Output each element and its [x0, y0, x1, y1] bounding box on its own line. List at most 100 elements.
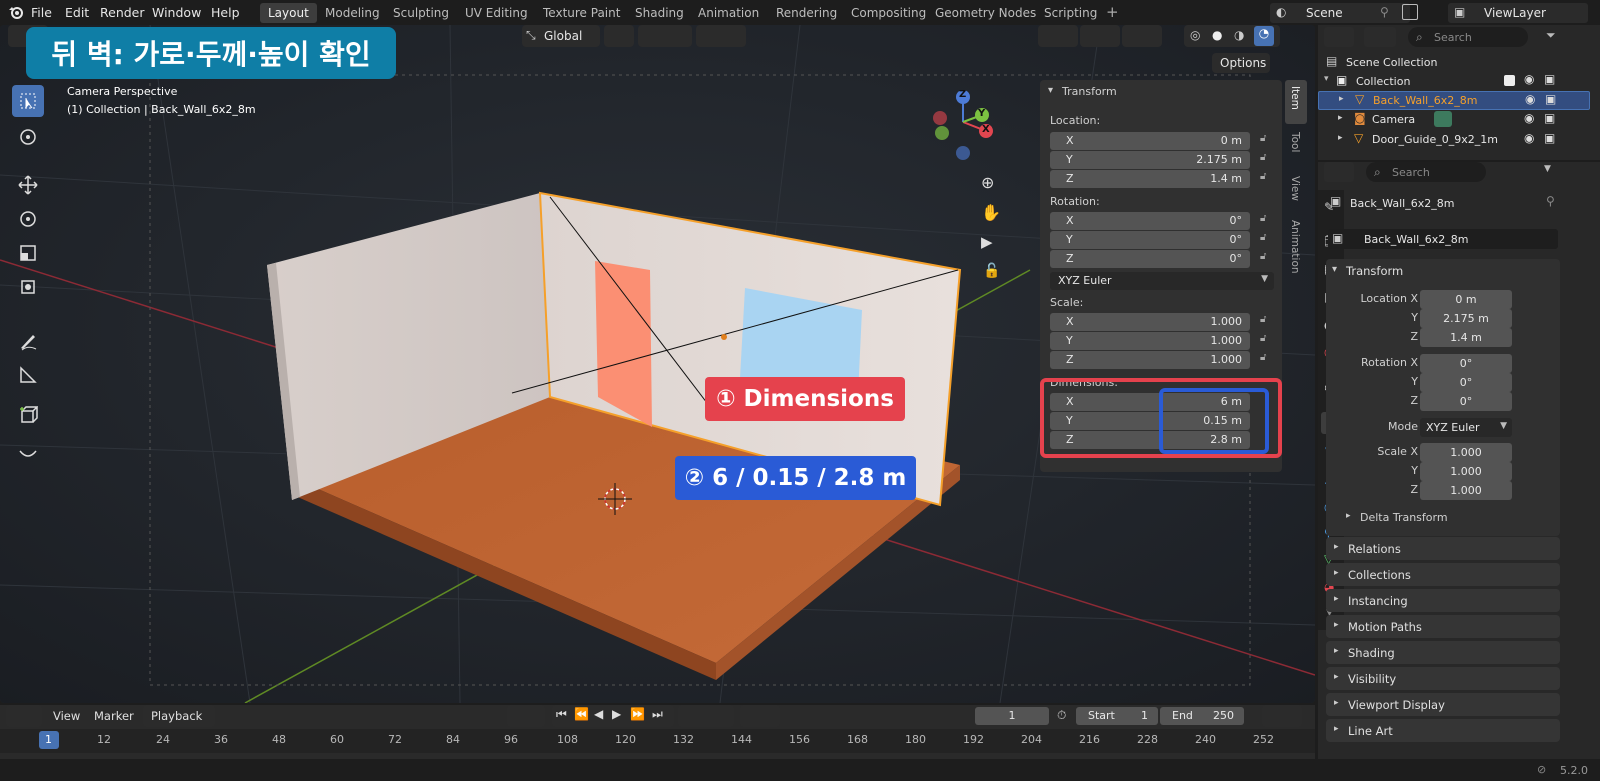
outliner-display-mode[interactable]	[1364, 27, 1396, 47]
scale-x-field[interactable]: X 1.000	[1050, 313, 1250, 331]
location-y-field[interactable]: Y 2.175 m	[1050, 151, 1250, 169]
rip-tool[interactable]	[12, 437, 44, 469]
tab-scripting[interactable]: Scripting	[1036, 3, 1105, 23]
add-workspace-icon[interactable]: +	[1106, 3, 1119, 21]
object-datablock-icon[interactable]: ▣	[1332, 231, 1343, 245]
tab-uv-editing[interactable]: UV Editing	[457, 3, 536, 23]
zoom-icon[interactable]: ⊕	[981, 173, 994, 192]
tab-modeling[interactable]: Modeling	[317, 3, 388, 23]
panel-collections[interactable]: ▸ Collections	[1326, 563, 1560, 586]
jump-end-icon[interactable]: ⏭	[652, 707, 663, 722]
play-icon[interactable]: ▶	[612, 707, 621, 721]
prop-scale-x[interactable]: 1.000	[1420, 443, 1512, 462]
collection-label[interactable]: Collection	[1356, 75, 1410, 88]
collapse-icon[interactable]: ▾	[1048, 85, 1053, 96]
menu-edit[interactable]: Edit	[65, 5, 89, 20]
expand-icon[interactable]: ▸	[1339, 94, 1344, 104]
lock-icon[interactable]: 🔓︎	[1260, 232, 1266, 243]
keyframe-nav[interactable]	[678, 705, 734, 727]
end-frame-field[interactable]: End 250	[1160, 707, 1244, 725]
orientation-dropdown[interactable]: ⤡ Global	[522, 25, 600, 47]
outliner-row-camera[interactable]: ▸ ◙ Camera ◉ ▣	[1318, 111, 1590, 130]
expand-icon[interactable]: ▸	[1338, 133, 1343, 143]
render-icon[interactable]: ▣	[1544, 72, 1555, 86]
tab-compositing[interactable]: Compositing	[843, 3, 934, 23]
pin-icon[interactable]: ⚲	[1546, 194, 1555, 208]
prop-rotation-y[interactable]: 0°	[1420, 373, 1512, 392]
overlays-toggle[interactable]	[1122, 25, 1162, 47]
eye-icon[interactable]: ◉	[1525, 92, 1535, 106]
lock-view-icon[interactable]: 🔓	[983, 263, 1000, 279]
panel-motion-paths[interactable]: ▸ Motion Paths	[1326, 615, 1560, 638]
lock-icon[interactable]: 🔓︎	[1260, 352, 1266, 363]
properties-editor-type[interactable]	[1324, 162, 1354, 182]
scale-z-field[interactable]: Z 1.000	[1050, 351, 1250, 369]
play-reverse-icon[interactable]: ◀	[594, 707, 603, 721]
proportional-edit-toggle[interactable]	[696, 25, 746, 47]
camera-view-icon[interactable]: ▶	[981, 233, 993, 251]
annotate-tool[interactable]	[12, 325, 44, 357]
transform-tool[interactable]	[12, 271, 44, 303]
prop-scale-y[interactable]: 1.000	[1420, 462, 1512, 481]
location-z-field[interactable]: Z 1.4 m	[1050, 170, 1250, 188]
tab-view[interactable]: View	[1285, 172, 1307, 212]
render-icon[interactable]: ▣	[1544, 131, 1555, 145]
blender-logo-icon[interactable]	[8, 4, 24, 20]
prop-rotation-x[interactable]: 0°	[1420, 354, 1512, 373]
outliner-search-input[interactable]: ⌕ Search	[1408, 27, 1528, 47]
pivot-dropdown[interactable]	[604, 25, 634, 47]
menu-file[interactable]: File	[31, 5, 52, 20]
filter-icon[interactable]: ⏷	[1546, 28, 1556, 43]
panel-relations[interactable]: ▸ Relations	[1326, 537, 1560, 560]
timeline-editor-type[interactable]	[6, 705, 42, 727]
viewlayer-selector[interactable]: ▣ ViewLayer	[1448, 3, 1588, 23]
pan-hand-icon[interactable]: ✋	[981, 203, 1001, 222]
tab-sculpting[interactable]: Sculpting	[385, 3, 457, 23]
scale-tool[interactable]	[12, 237, 44, 269]
tab-animation[interactable]: Animation	[1285, 216, 1307, 286]
wireframe-shading-icon[interactable]: ◎	[1190, 28, 1200, 42]
outliner-editor-type[interactable]	[1324, 27, 1354, 47]
menu-render[interactable]: Render	[100, 5, 145, 20]
visibility-dropdown[interactable]	[1038, 25, 1078, 47]
frame-ruler[interactable]: 1 12 24 36 48 60 72 84 96 108 120 132 14…	[0, 729, 1315, 753]
jump-start-icon[interactable]: ⏮	[556, 707, 567, 722]
rotation-z-field[interactable]: Z 0°	[1050, 250, 1250, 268]
scale-y-field[interactable]: Y 1.000	[1050, 332, 1250, 350]
object-datablock-field[interactable]: ▣ Back_Wall_6x2_8m	[1328, 229, 1558, 249]
add-cube-tool[interactable]	[12, 399, 44, 431]
checkbox-icon[interactable]	[1504, 75, 1515, 86]
prop-location-y[interactable]: 2.175 m	[1420, 309, 1512, 328]
eye-icon[interactable]: ◉	[1524, 72, 1534, 86]
transform-header[interactable]: Transform	[1062, 85, 1117, 98]
move-tool[interactable]	[12, 169, 44, 201]
lock-icon[interactable]: 🔓︎	[1260, 314, 1266, 325]
rotation-x-field[interactable]: X 0°	[1050, 212, 1250, 230]
material-shading-icon[interactable]: ◑	[1234, 28, 1244, 42]
tab-rendering[interactable]: Rendering	[768, 3, 845, 23]
new-scene-icon[interactable]	[1402, 4, 1418, 20]
panel-viewport-display[interactable]: ▸ Viewport Display	[1326, 693, 1560, 716]
collapse-icon[interactable]: ▾	[1332, 264, 1337, 275]
lock-icon[interactable]: 🔓︎	[1260, 333, 1266, 344]
prev-keyframe-icon[interactable]: ⏪	[574, 707, 589, 721]
prop-scale-z[interactable]: 1.000	[1420, 481, 1512, 500]
expand-icon[interactable]: ▸	[1346, 511, 1351, 521]
sync-toggle[interactable]	[1262, 705, 1302, 727]
rendered-shading-icon[interactable]: ◔	[1254, 26, 1274, 46]
eye-icon[interactable]: ◉	[1524, 111, 1534, 125]
auto-key-toggle[interactable]	[740, 705, 780, 727]
expand-icon[interactable]: ▸	[1338, 113, 1343, 123]
panel-line-art[interactable]: ▸ Line Art	[1326, 719, 1560, 742]
lock-icon[interactable]: 🔓︎	[1260, 251, 1266, 262]
scene-collection-label[interactable]: Scene Collection	[1346, 56, 1437, 69]
tab-item[interactable]: Item	[1285, 80, 1307, 124]
menu-window[interactable]: Window	[152, 5, 201, 20]
expand-icon[interactable]: ▾	[1324, 74, 1329, 84]
scene-selector[interactable]: ◐ Scene ⚲	[1270, 3, 1410, 23]
chevron-down-icon[interactable]: ▼	[1544, 164, 1551, 174]
select-box-tool[interactable]	[12, 85, 44, 117]
lock-icon[interactable]: 🔓︎	[1260, 152, 1266, 163]
pin-icon[interactable]: ⚲	[1380, 5, 1389, 19]
rotation-mode-dropdown[interactable]: XYZ Euler ▼	[1050, 272, 1274, 290]
